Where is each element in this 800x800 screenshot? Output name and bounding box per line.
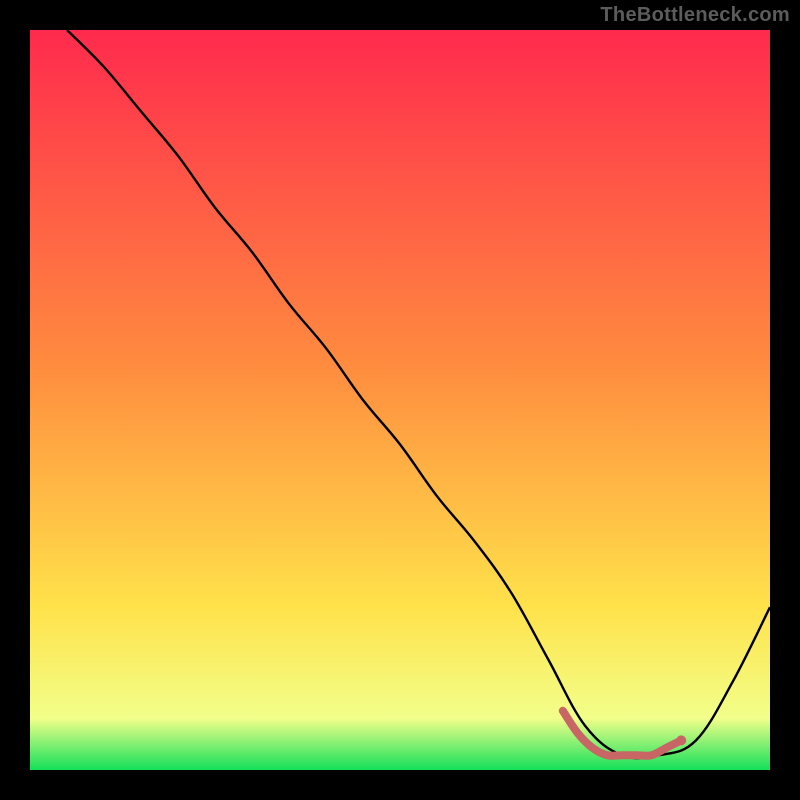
watermark-text: TheBottleneck.com xyxy=(600,4,790,27)
highlight-band-end-dot xyxy=(676,735,686,745)
chart-container: TheBottleneck.com xyxy=(0,0,800,800)
plot-area xyxy=(30,30,770,770)
chart-svg xyxy=(30,30,770,770)
gradient-background xyxy=(30,30,770,770)
